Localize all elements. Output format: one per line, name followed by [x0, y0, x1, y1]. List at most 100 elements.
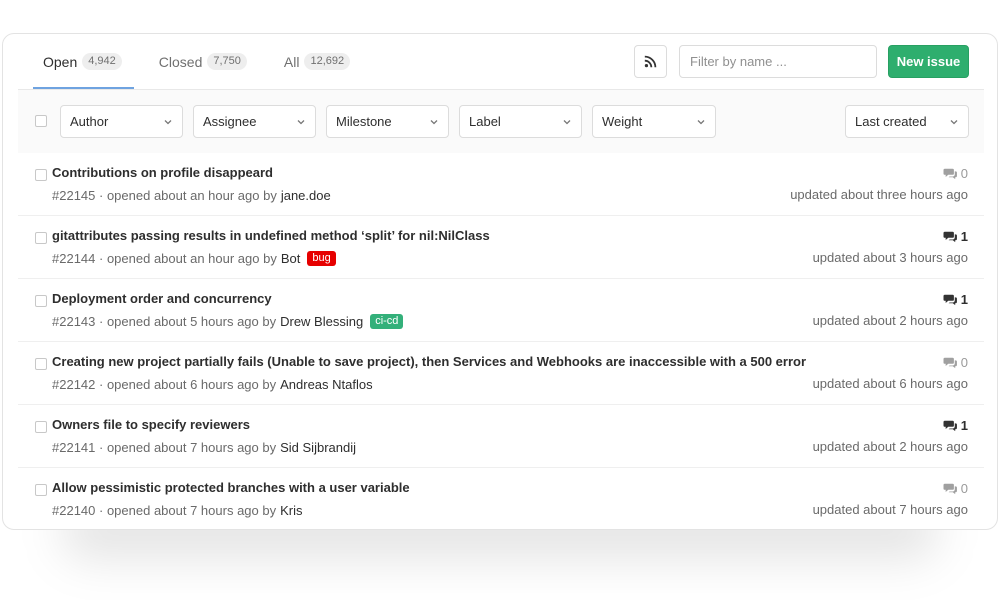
- tab-count-badge: 7,750: [207, 53, 247, 70]
- issue-checkbox[interactable]: [35, 484, 47, 496]
- tab-label: All: [283, 53, 300, 70]
- issue-title-link[interactable]: gitattributes passing results in undefin…: [52, 228, 490, 243]
- comments-icon: [943, 420, 957, 432]
- dropdown-label: Last created: [855, 114, 927, 129]
- issue-id: #22144: [52, 251, 96, 266]
- issue-author-link[interactable]: Sid Sijbrandij: [280, 440, 356, 455]
- issue-meta: #22143 · opened about 5 hours ago by Dre…: [52, 314, 404, 329]
- issue-meta: #22142 · opened about 6 hours ago by And…: [52, 377, 373, 392]
- dropdown-label: Weight: [602, 114, 643, 129]
- comments-count-value: 0: [960, 166, 968, 181]
- issue-checkbox[interactable]: [35, 358, 47, 370]
- rss-icon: [644, 55, 657, 68]
- issue-row[interactable]: Deployment order and concurrency #22143 …: [18, 279, 984, 342]
- filter-bar: Author Assignee Milestone Label Weight L…: [18, 89, 984, 153]
- issue-row[interactable]: Owners file to specify reviewers #22141 …: [18, 405, 984, 468]
- comments-count[interactable]: 1: [943, 229, 968, 244]
- comments-icon: [943, 168, 957, 180]
- filter-by-name-input[interactable]: [679, 45, 877, 78]
- chevron-down-icon: [950, 120, 958, 125]
- comments-count-value: 0: [960, 355, 968, 370]
- tab-all[interactable]: All 12,692: [259, 34, 362, 89]
- chevron-down-icon: [697, 120, 705, 125]
- milestone-filter-dropdown[interactable]: Milestone: [326, 105, 449, 138]
- issue-author-link[interactable]: Bot: [281, 251, 301, 266]
- assignee-filter-dropdown[interactable]: Assignee: [193, 105, 316, 138]
- issue-author-link[interactable]: jane.doe: [281, 188, 331, 203]
- issue-row[interactable]: Allow pessimistic protected branches wit…: [18, 468, 984, 529]
- issue-list: Contributions on profile disappeard #221…: [18, 153, 984, 529]
- issue-updated-text: updated about three hours ago: [790, 187, 968, 202]
- issue-updated-text: updated about 7 hours ago: [812, 502, 968, 517]
- issue-label-badge[interactable]: bug: [307, 251, 336, 266]
- comments-count-value: 1: [960, 229, 968, 244]
- issue-row[interactable]: Contributions on profile disappeard #221…: [18, 153, 984, 216]
- issue-opened-text: · opened about 6 hours ago by: [99, 377, 277, 392]
- issue-updated-text: updated about 6 hours ago: [812, 376, 968, 391]
- issue-meta: #22140 · opened about 7 hours ago by Kri…: [52, 503, 303, 518]
- issue-id: #22145: [52, 188, 96, 203]
- issue-updated-text: updated about 2 hours ago: [812, 313, 968, 328]
- comments-count-value: 1: [960, 418, 968, 433]
- comments-icon: [943, 294, 957, 306]
- dropdown-label: Milestone: [336, 114, 392, 129]
- chevron-down-icon: [164, 120, 172, 125]
- issue-opened-text: · opened about 7 hours ago by: [99, 440, 277, 455]
- select-all-checkbox[interactable]: [35, 115, 47, 127]
- issue-opened-text: · opened about 5 hours ago by: [99, 314, 277, 329]
- issue-id: #22140: [52, 503, 96, 518]
- issue-checkbox[interactable]: [35, 295, 47, 307]
- dropdown-label: Author: [70, 114, 109, 129]
- comments-count[interactable]: 0: [943, 481, 968, 496]
- comments-count[interactable]: 1: [943, 418, 968, 433]
- chevron-down-icon: [563, 120, 571, 125]
- issue-title-link[interactable]: Creating new project partially fails (Un…: [52, 354, 806, 369]
- comments-icon: [943, 231, 957, 243]
- issue-id: #22143: [52, 314, 96, 329]
- author-filter-dropdown[interactable]: Author: [60, 105, 183, 138]
- issue-checkbox[interactable]: [35, 169, 47, 181]
- issue-label-badge[interactable]: ci-cd: [370, 314, 404, 329]
- dropdown-label: Assignee: [203, 114, 257, 129]
- issue-title-link[interactable]: Owners file to specify reviewers: [52, 417, 250, 432]
- comments-count[interactable]: 0: [943, 166, 968, 181]
- comments-count[interactable]: 1: [943, 292, 968, 307]
- tab-open[interactable]: Open 4,942: [18, 34, 134, 89]
- issue-updated-text: updated about 3 hours ago: [812, 250, 968, 265]
- issue-title-link[interactable]: Contributions on profile disappeard: [52, 165, 273, 180]
- issue-opened-text: · opened about an hour ago by: [99, 251, 277, 266]
- rss-feed-button[interactable]: [634, 45, 667, 78]
- issue-checkbox[interactable]: [35, 421, 47, 433]
- issues-toolbar: Open 4,942 Closed 7,750 All 12,692 New i…: [18, 34, 984, 89]
- issue-row[interactable]: Creating new project partially fails (Un…: [18, 342, 984, 405]
- comments-count[interactable]: 0: [943, 355, 968, 370]
- issue-author-link[interactable]: Kris: [280, 503, 302, 518]
- issue-row[interactable]: gitattributes passing results in undefin…: [18, 216, 984, 279]
- comments-icon: [943, 483, 957, 495]
- issue-title-link[interactable]: Allow pessimistic protected branches wit…: [52, 480, 410, 495]
- issue-meta: #22144 · opened about an hour ago by Bot…: [52, 251, 336, 266]
- label-filter-dropdown[interactable]: Label: [459, 105, 582, 138]
- chevron-down-icon: [297, 120, 305, 125]
- issue-author-link[interactable]: Andreas Ntaflos: [280, 377, 373, 392]
- issue-author-link[interactable]: Drew Blessing: [280, 314, 363, 329]
- sort-dropdown[interactable]: Last created: [845, 105, 969, 138]
- chevron-down-icon: [430, 120, 438, 125]
- tab-label: Closed: [158, 53, 203, 70]
- issue-updated-text: updated about 2 hours ago: [812, 439, 968, 454]
- issue-id: #22142: [52, 377, 96, 392]
- issues-panel: Open 4,942 Closed 7,750 All 12,692 New i…: [2, 33, 998, 530]
- issue-opened-text: · opened about an hour ago by: [99, 188, 277, 203]
- tab-count-badge: 12,692: [304, 53, 351, 70]
- issue-id: #22141: [52, 440, 96, 455]
- weight-filter-dropdown[interactable]: Weight: [592, 105, 716, 138]
- dropdown-label: Label: [469, 114, 501, 129]
- comments-count-value: 0: [960, 481, 968, 496]
- new-issue-button[interactable]: New issue: [888, 45, 969, 78]
- issue-checkbox[interactable]: [35, 232, 47, 244]
- comments-icon: [943, 357, 957, 369]
- state-tabs: Open 4,942 Closed 7,750 All 12,692: [18, 34, 362, 89]
- tab-count-badge: 4,942: [82, 53, 122, 70]
- tab-closed[interactable]: Closed 7,750: [134, 34, 259, 89]
- issue-title-link[interactable]: Deployment order and concurrency: [52, 291, 272, 306]
